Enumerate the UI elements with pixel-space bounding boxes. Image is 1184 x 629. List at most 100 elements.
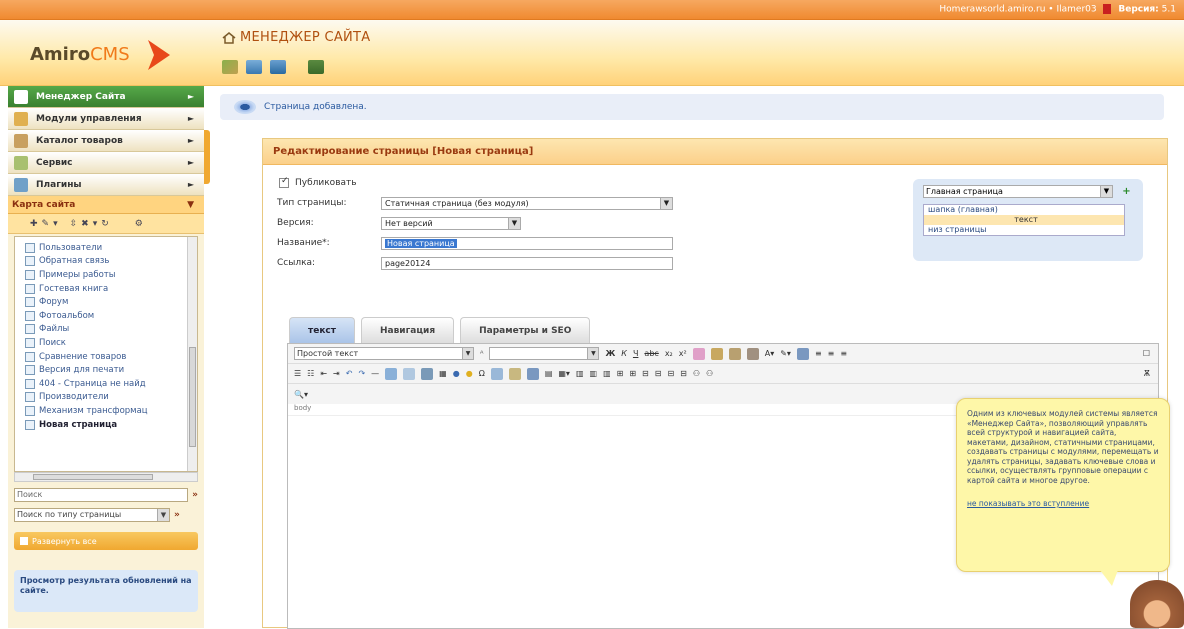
clean-icon[interactable]: Ѫ	[1144, 369, 1150, 378]
format-paint-icon[interactable]	[692, 347, 705, 360]
block-item[interactable]: низ страницы	[924, 225, 1124, 235]
outdent-icon[interactable]: ⇤	[320, 369, 327, 378]
redo-icon[interactable]: ↷	[358, 369, 365, 378]
row-after-icon[interactable]: ⊟	[655, 369, 662, 378]
underline-icon[interactable]: Ч	[633, 349, 638, 358]
menu-service[interactable]: Сервис ►	[8, 152, 204, 174]
align-right-icon[interactable]: ≡	[828, 349, 835, 358]
scope-go-icon[interactable]: »	[174, 510, 180, 520]
refresh-icon[interactable]: ↻	[101, 219, 109, 229]
table-row-icon[interactable]: ▥	[576, 369, 584, 378]
publish-checkbox[interactable]	[279, 176, 289, 188]
home-icon[interactable]	[222, 32, 236, 44]
menu-modules[interactable]: Модули управления ►	[8, 108, 204, 130]
number-list-icon[interactable]: ☷	[307, 369, 314, 378]
tab-navigation[interactable]: Навигация	[360, 317, 455, 343]
align-justify-icon[interactable]: ≡	[840, 349, 847, 358]
paste-word-icon[interactable]	[746, 347, 759, 360]
bullet-list-icon[interactable]: ☰	[294, 369, 301, 378]
user-link[interactable]: Ilamer03	[1056, 5, 1096, 15]
strikethrough-icon[interactable]: abc	[644, 349, 658, 358]
page-name-input[interactable]: Новая страница	[381, 236, 673, 250]
tree-item[interactable]: Производители	[15, 391, 197, 405]
page-type-select[interactable]: Статичная страница (без модуля) ▼	[381, 196, 673, 210]
hide-intro-link[interactable]: не показывать это вступление	[967, 499, 1159, 509]
font-icon[interactable]: ᴬ	[480, 349, 483, 358]
table-insert-icon[interactable]: ▦▾	[558, 369, 570, 378]
menu-plugins[interactable]: Плагины ►	[8, 174, 204, 196]
logo[interactable]: AmiroCMS	[30, 44, 130, 65]
add-icon[interactable]: ✚	[30, 219, 38, 229]
expand-all-button[interactable]: Развернуть все	[14, 532, 198, 550]
search-scope-select[interactable]: Поиск по типу страницы ▼	[14, 508, 170, 522]
tree-item[interactable]: Файлы	[15, 323, 197, 337]
tree-item-selected[interactable]: Новая страница	[15, 418, 197, 432]
sidebar-collapse-handle[interactable]	[204, 130, 210, 184]
special-char-icon[interactable]: Ω	[479, 369, 485, 378]
move-icon[interactable]: ⇳	[70, 219, 78, 229]
italic-icon[interactable]: К	[621, 349, 627, 358]
add-icon[interactable]: +	[1122, 186, 1130, 197]
version-select[interactable]: Нет версий ▼	[381, 216, 521, 230]
search-input[interactable]: Поиск	[14, 488, 189, 502]
tree-item[interactable]: Пользователи	[15, 241, 197, 255]
tab-text[interactable]: текст	[289, 317, 355, 343]
paste-text-icon[interactable]	[728, 347, 741, 360]
tree-item[interactable]: Гостевая книга	[15, 282, 197, 296]
image-icon[interactable]	[421, 367, 434, 380]
tree-item[interactable]: Поиск	[15, 336, 197, 350]
tree-item[interactable]: Механизм трансформац	[15, 404, 197, 418]
tab-seo[interactable]: Параметры и SEO	[460, 317, 591, 343]
users-icon[interactable]: ⚇	[706, 369, 713, 378]
dropdown-icon[interactable]: ▾	[93, 219, 98, 229]
undo-icon[interactable]: ↶	[346, 369, 353, 378]
code-icon[interactable]: ▤	[545, 369, 553, 378]
smiley-icon[interactable]: ●	[466, 369, 473, 378]
media-icon[interactable]	[490, 367, 503, 380]
align-left-icon[interactable]	[796, 347, 809, 360]
parent-page-select[interactable]: Главная страница ▼	[923, 185, 1113, 198]
tree-item[interactable]: Форум	[15, 295, 197, 309]
font-select[interactable]: ▼	[489, 347, 600, 360]
site-link[interactable]: Homerawsorld.amiro.ru	[939, 5, 1045, 15]
fullscreen-icon[interactable]: ☐	[1143, 349, 1150, 358]
table-icon[interactable]: ▦	[439, 369, 447, 378]
table-merge-icon[interactable]: ▥	[603, 369, 611, 378]
page-link-input[interactable]: page20124	[381, 256, 673, 270]
user-icon[interactable]: ⚇	[693, 369, 700, 378]
menu-catalog[interactable]: Каталог товаров ►	[8, 130, 204, 152]
tree-item[interactable]: Обратная связь	[15, 255, 197, 269]
superscript-icon[interactable]: x²	[679, 349, 687, 358]
tree-item[interactable]: Сравнение товаров	[15, 350, 197, 364]
text-color-icon[interactable]: A▾	[765, 349, 775, 358]
tree-scrollbar[interactable]	[187, 237, 197, 471]
col-after-icon[interactable]: ⊟	[680, 369, 687, 378]
bold-icon[interactable]: Ж	[605, 349, 615, 358]
scroll-thumb[interactable]	[189, 347, 196, 447]
bg-color-icon[interactable]: ✎▾	[780, 349, 791, 358]
dropdown-icon[interactable]: ▾	[53, 219, 58, 229]
delete-icon[interactable]: ✖	[81, 219, 89, 229]
preview-link[interactable]: Просмотр результата обновлений на сайте.	[14, 570, 198, 612]
edit-icon[interactable]: ✎	[42, 219, 50, 229]
template-icon[interactable]	[526, 367, 539, 380]
tree-hscrollbar[interactable]	[14, 472, 198, 482]
find-replace-icon[interactable]: 🔍▾	[294, 390, 308, 399]
indent-icon[interactable]: ⇥	[333, 369, 340, 378]
align-center-icon[interactable]: ≡	[815, 349, 822, 358]
tree-item[interactable]: 404 - Страница не найд	[15, 377, 197, 391]
block-item-current[interactable]: текст	[924, 215, 1124, 225]
search-go-icon[interactable]: »	[192, 490, 198, 500]
block-item[interactable]: шапка (главная)	[924, 205, 1124, 215]
layout-icon[interactable]	[308, 60, 324, 74]
flash-icon[interactable]	[508, 367, 521, 380]
tools-icon[interactable]	[222, 60, 238, 74]
scroll-thumb[interactable]	[33, 474, 153, 480]
tree-item[interactable]: Примеры работы	[15, 268, 197, 282]
tree-item[interactable]: Версия для печати	[15, 363, 197, 377]
cell-props-icon[interactable]: ⊞	[629, 369, 636, 378]
cell-split-icon[interactable]: ⊞	[617, 369, 624, 378]
page-icon[interactable]	[246, 60, 262, 74]
paste-icon[interactable]	[710, 347, 723, 360]
format-select[interactable]: Простой текст ▼	[294, 347, 474, 360]
